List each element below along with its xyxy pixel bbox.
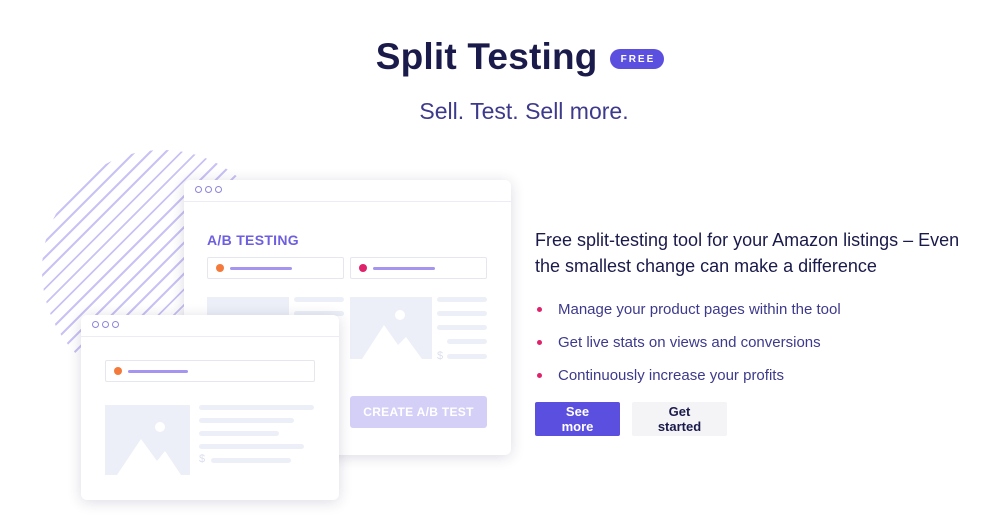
ab-testing-illustration: A/B TESTING $ CREATE A/B TEST $ (0, 140, 520, 519)
list-item: Get live stats on views and conversions (535, 334, 975, 367)
front-window-mockup: $ (81, 315, 339, 500)
page-title: Split Testing (375, 36, 598, 77)
window-titlebar (184, 180, 511, 202)
pink-dot-icon (359, 264, 367, 272)
image-placeholder-icon (350, 297, 432, 359)
action-buttons: See more Get started (535, 402, 975, 436)
window-titlebar (81, 315, 339, 337)
variant-a-field (207, 257, 344, 279)
orange-dot-icon (216, 264, 224, 272)
currency-symbol: $ (437, 350, 444, 362)
ab-testing-label: A/B TESTING (207, 232, 299, 248)
get-started-button[interactable]: Get started (632, 402, 727, 436)
list-item: Manage your product pages within the too… (535, 301, 975, 334)
bullet-icon (537, 307, 542, 312)
product-field (105, 360, 315, 382)
page-subtitle: Sell. Test. Sell more. (419, 98, 629, 124)
image-placeholder-icon (105, 405, 190, 475)
page-header: Split Testing FREE Sell. Test. Sell more… (0, 36, 1000, 125)
free-badge: FREE (609, 49, 665, 69)
feature-description: Free split-testing tool for your Amazon … (535, 227, 975, 436)
feature-list: Manage your product pages within the too… (535, 301, 975, 400)
list-item: Continuously increase your profits (535, 367, 975, 400)
window-dots-icon (92, 321, 119, 328)
bullet-icon (537, 373, 542, 378)
bullet-icon (537, 340, 542, 345)
title-row: Split Testing FREE (376, 36, 665, 78)
orange-dot-icon (114, 367, 122, 375)
see-more-button[interactable]: See more (535, 402, 620, 436)
window-dots-icon (195, 186, 222, 193)
currency-symbol: $ (199, 453, 206, 465)
lead-text: Free split-testing tool for your Amazon … (535, 230, 960, 276)
variant-b-field (350, 257, 487, 279)
create-ab-test-button[interactable]: CREATE A/B TEST (350, 396, 487, 428)
